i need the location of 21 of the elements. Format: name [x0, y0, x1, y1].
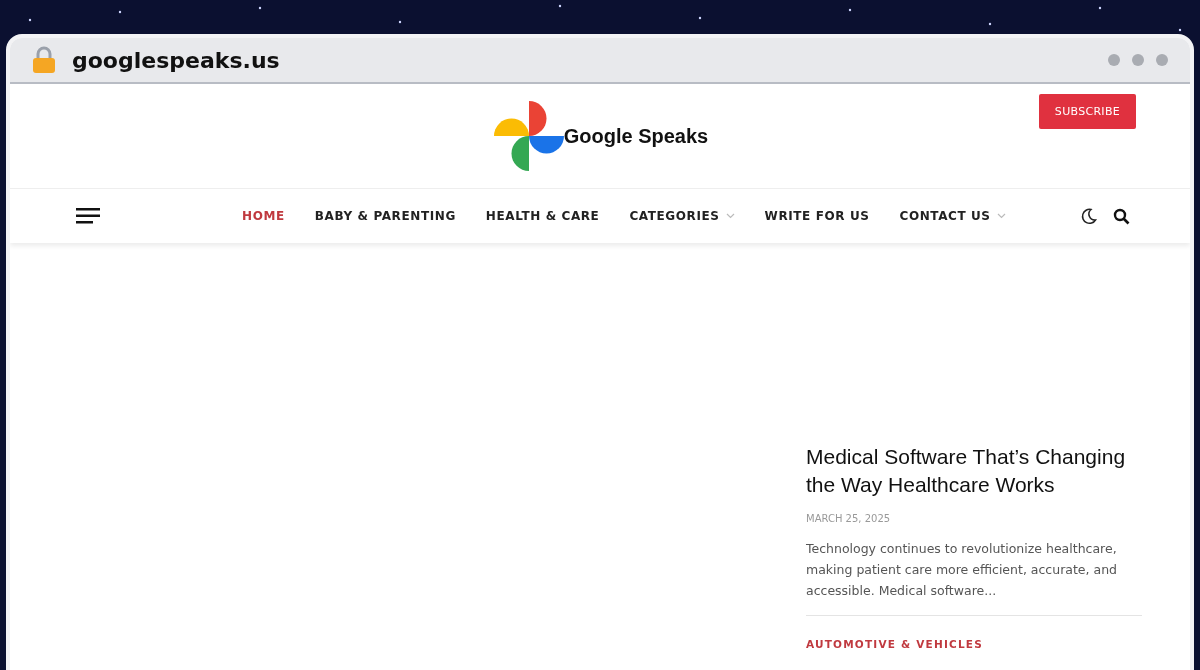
- post-title[interactable]: Medical Software That’s Changing the Way Healthcare Works: [806, 443, 1142, 499]
- moon-icon[interactable]: [1080, 207, 1097, 225]
- menu-icon[interactable]: [76, 208, 100, 224]
- window-dot-icon: [1156, 54, 1168, 66]
- nav-link[interactable]: CATEGORIES: [629, 209, 735, 223]
- nav-link[interactable]: WRITE FOR US: [764, 209, 870, 223]
- nav-link[interactable]: HEALTH & CARE: [485, 209, 600, 223]
- post-excerpt: Technology continues to revolutionize healthcare, making patient care more efficient, accurate, and accessible. Medical software...: [806, 540, 1118, 600]
- window-dot-icon: [1108, 54, 1120, 66]
- site-logo-text[interactable]: Google Speaks: [563, 124, 709, 148]
- lock-icon: [32, 46, 56, 74]
- subscribe-button[interactable]: SUBSCRIBE: [1038, 94, 1136, 129]
- post-date: MARCH 25, 2025: [806, 513, 892, 524]
- category-link[interactable]: AUTOMOTIVE & VEHICLES: [806, 638, 1142, 650]
- pinwheel-logo-icon: [491, 99, 566, 173]
- nav-link[interactable]: HOME: [242, 209, 285, 223]
- nav-link[interactable]: CONTACT US: [899, 209, 1006, 223]
- nav-link[interactable]: BABY & PARENTING: [314, 209, 456, 223]
- search-icon[interactable]: [1113, 207, 1130, 225]
- url-text[interactable]: googlespeaks.us: [72, 47, 280, 73]
- window-dot-icon: [1132, 54, 1144, 66]
